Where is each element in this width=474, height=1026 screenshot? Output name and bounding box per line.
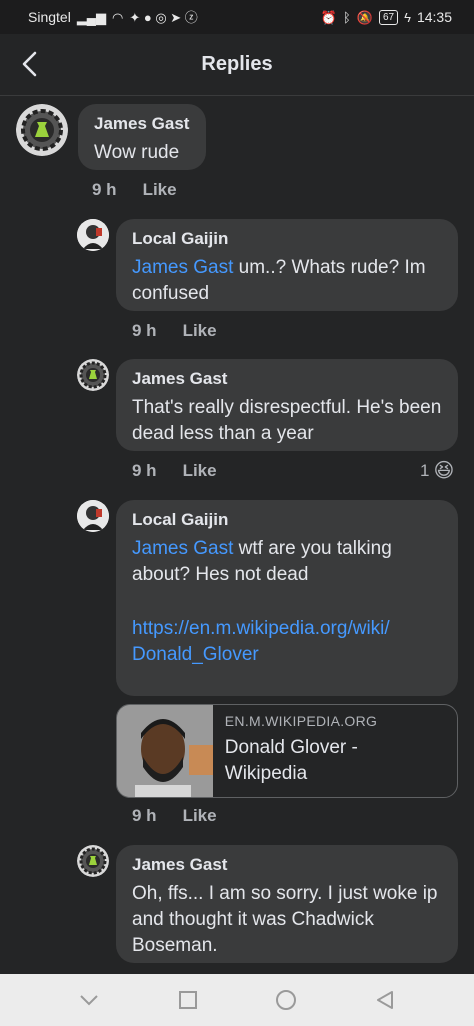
- status-left: Singtel ▂▄▆ ◠ ✦ ● ◎ ➤ ⓩ: [28, 9, 198, 25]
- mute-icon: 🔕: [356, 9, 373, 25]
- person-photo-icon: [117, 705, 213, 797]
- profile-photo-icon: [77, 219, 109, 251]
- comment-bubble[interactable]: James Gast Oh, ffs... I am so sorry. I j…: [116, 845, 458, 963]
- comment-bubble[interactable]: James Gast That's really disrespectful. …: [116, 359, 458, 451]
- back-nav-button[interactable]: [365, 980, 405, 1020]
- avatar-james-gast[interactable]: [16, 104, 68, 156]
- link-preview-body: EN.M.WIKIPEDIA.ORG Donald Glover - Wikip…: [213, 705, 457, 797]
- comment-time: 9 h: [132, 321, 157, 340]
- reaction-summary[interactable]: 1 😆: [420, 458, 454, 483]
- comment-bubble[interactable]: Local Gaijin James Gast wtf are you talk…: [116, 500, 458, 696]
- profile-photo-icon: [77, 500, 109, 532]
- comment-text: That's really disrespectful. He's been d…: [132, 397, 442, 444]
- carrier-label: Singtel: [28, 9, 71, 25]
- signal-icon: ▂▄▆: [76, 9, 107, 25]
- avatar-james-gast[interactable]: [77, 359, 109, 391]
- comment-text: James Gast wtf are you talking about? He…: [132, 536, 442, 588]
- comment-meta: 9 h Like: [132, 461, 217, 481]
- url-line-2[interactable]: Donald_Glover: [132, 644, 259, 665]
- comment-bubble[interactable]: James Gast Wow rude: [78, 104, 206, 170]
- bluetooth-icon: ᛒ: [342, 9, 351, 25]
- comment-author[interactable]: Local Gaijin: [132, 229, 442, 249]
- chevron-left-icon: [22, 51, 37, 77]
- page-title: Replies: [201, 53, 273, 75]
- like-button[interactable]: Like: [183, 461, 217, 481]
- comment-bubble[interactable]: Local Gaijin James Gast um..? Whats rude…: [116, 219, 458, 311]
- haha-reaction-icon: 😆: [433, 460, 455, 482]
- gear-flask-icon: [77, 359, 109, 391]
- circle-icon: [276, 990, 297, 1010]
- link-preview-domain: EN.M.WIKIPEDIA.ORG: [224, 713, 378, 729]
- clock: 14:35: [416, 9, 452, 25]
- comment-author[interactable]: James Gast: [94, 114, 190, 134]
- comment-time: 9 h: [132, 461, 157, 480]
- system-nav-bar: [0, 974, 474, 1026]
- comment-meta: 9 h Like: [132, 321, 217, 341]
- comment-meta: 9 h Like: [92, 180, 177, 200]
- gear-flask-icon: [16, 104, 68, 156]
- home-button[interactable]: [266, 980, 306, 1020]
- avatar-james-gast[interactable]: [77, 845, 109, 877]
- like-button[interactable]: Like: [143, 180, 177, 200]
- link-preview-card[interactable]: EN.M.WIKIPEDIA.ORG Donald Glover - Wikip…: [116, 704, 458, 798]
- collapse-button[interactable]: [69, 980, 109, 1020]
- battery-level: 67: [378, 9, 399, 25]
- like-button[interactable]: Like: [183, 806, 217, 826]
- status-right: ⏰ ᛒ 🔕 67 ϟ 14:35: [321, 9, 452, 25]
- comment-text: Oh, ffs... I am so sorry. I just woke ip…: [132, 883, 438, 956]
- back-button[interactable]: [14, 48, 46, 80]
- charging-icon: ϟ: [404, 9, 411, 25]
- triangle-back-icon: [376, 991, 393, 1009]
- status-bar: Singtel ▂▄▆ ◠ ✦ ● ◎ ➤ ⓩ ⏰ ᛒ 🔕 67 ϟ 14:35: [0, 0, 474, 34]
- comment-author[interactable]: James Gast: [132, 369, 442, 389]
- chevron-down-icon: [80, 995, 98, 1006]
- avatar-local-gaijin[interactable]: [77, 500, 109, 532]
- reaction-count: 1: [420, 460, 430, 480]
- alarm-icon: ⏰: [320, 9, 337, 25]
- comment-meta: 9 h Like: [132, 806, 217, 826]
- wifi-icon: ◠: [112, 9, 124, 25]
- comment-time: 9 h: [132, 806, 157, 825]
- url-line-1[interactable]: https://en.m.wikipedia.org/wiki/: [132, 618, 390, 639]
- header: Replies: [0, 34, 474, 96]
- mention-link[interactable]: James Gast: [132, 538, 233, 559]
- like-button[interactable]: Like: [183, 321, 217, 341]
- comment-time: 9 h: [92, 180, 117, 199]
- comment-author[interactable]: James Gast: [132, 855, 442, 875]
- comment-thread: James Gast Wow rude 9 h Like Local Gaiji…: [0, 96, 474, 974]
- gear-flask-icon: [77, 845, 109, 877]
- comment-author[interactable]: Local Gaijin: [132, 510, 442, 530]
- mention-link[interactable]: James Gast: [132, 257, 233, 278]
- recents-button[interactable]: [168, 980, 208, 1020]
- comment-url[interactable]: https://en.m.wikipedia.org/wiki/ Donald_…: [132, 616, 442, 668]
- avatar-local-gaijin[interactable]: [77, 219, 109, 251]
- square-icon: [178, 991, 197, 1009]
- link-preview-thumbnail: [117, 705, 213, 797]
- notification-icons: ✦ ● ◎ ➤ ⓩ: [129, 9, 198, 25]
- comment-text: James Gast um..? Whats rude? Im confused: [132, 255, 442, 307]
- link-preview-title: Donald Glover - Wikipedia: [224, 737, 358, 784]
- comment-text: Wow rude: [94, 142, 180, 163]
